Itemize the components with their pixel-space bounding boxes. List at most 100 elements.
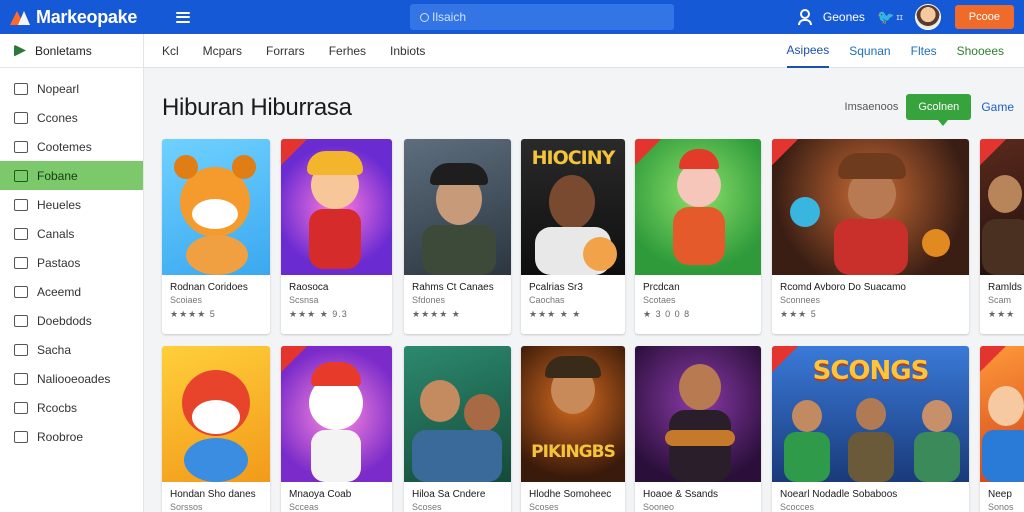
filter-button[interactable]: Gcolnen <box>906 94 972 126</box>
sidebar-item-label: Fobane <box>37 168 78 183</box>
category-tab[interactable]: Mcpars <box>203 44 242 58</box>
card-subtitle: Scsnsa <box>289 295 319 305</box>
sidebar-header-label: Bonletams <box>35 43 92 58</box>
section-title: Hiburan Hiburrasa <box>162 94 352 121</box>
sidebar-item[interactable]: Rcocbs <box>0 393 143 422</box>
card-title: Noearl Nodadle Sobaboos <box>780 489 898 500</box>
bird-label: ɪɪ <box>896 12 903 22</box>
card-title: Rahms Ct Canaes <box>412 282 494 293</box>
game-logo-text: SCONGS <box>812 356 930 386</box>
card-rating: ★ 3 0 0 8 <box>643 309 691 319</box>
search-input[interactable]: Ilsaich <box>410 4 674 30</box>
logo-icon <box>10 8 32 26</box>
doc-icon <box>14 256 28 269</box>
game-card[interactable]: HIOCINY Pcalrias Sr3 Caochas ★★★ ★ ★ <box>521 139 625 334</box>
sidebar-item[interactable]: Nopearl <box>0 74 143 103</box>
card-title: Hondan Sho danes <box>170 489 256 500</box>
game-thumbnail <box>162 139 270 275</box>
game-link[interactable]: Game <box>981 100 1014 114</box>
card-title: Prcdcan <box>643 282 680 293</box>
game-card[interactable]: Hondan Sho danes Sorssos <box>162 346 270 512</box>
sidebar-item-label: Sacha <box>37 342 72 357</box>
view-tab[interactable]: Fltes <box>911 34 937 68</box>
card-rating: ★★★ 5 <box>780 309 817 319</box>
category-tab[interactable]: Inbiots <box>390 44 425 58</box>
primary-action-button[interactable]: Pcooe <box>954 5 1014 29</box>
sidebar-item[interactable]: Roobroe <box>0 422 143 451</box>
warning-icon <box>14 82 28 95</box>
menu-icon[interactable] <box>176 11 190 23</box>
logo-text: Markeopake <box>36 6 138 27</box>
category-tab[interactable]: Ferhes <box>329 44 366 58</box>
card-icon <box>14 227 28 240</box>
view-tab[interactable]: Squnan <box>849 34 890 68</box>
sidebar-item[interactable]: Fobane <box>0 161 143 190</box>
game-card[interactable]: Raosoca Scsnsa ★★★ ★ 9.3 <box>281 139 392 334</box>
sidebar-item-label: Doebdods <box>37 313 92 328</box>
game-logo-text: HIOCINY <box>531 147 616 169</box>
card-subtitle: Scam <box>988 295 1012 305</box>
folder-icon <box>14 169 28 182</box>
game-thumbnail <box>404 346 511 482</box>
sidebar-item[interactable]: Cootemes <box>0 132 143 161</box>
sidebar-item-label: Roobroe <box>37 429 84 444</box>
card-rating: ★★★ ★ ★ <box>529 309 582 319</box>
sidebar-item[interactable]: Doebdods <box>0 306 143 335</box>
list-icon <box>14 111 28 124</box>
game-card[interactable]: Rodnan Coridoes Scoiaes ★★★★ 5 <box>162 139 270 334</box>
sidebar-header[interactable]: Bonletams <box>0 34 143 68</box>
game-thumbnail <box>635 139 761 275</box>
sidebar-item-label: Ccones <box>37 110 78 125</box>
sidebar-item-label: Naliooeoades <box>37 371 111 386</box>
game-card[interactable]: Prcdcan Scotaes ★ 3 0 0 8 <box>635 139 761 334</box>
category-tab[interactable]: Kcl <box>162 44 179 58</box>
card-subtitle: Sonos <box>988 502 1014 512</box>
game-card[interactable]: Hoaoe & Ssands Sooneo <box>635 346 761 512</box>
card-rating: ★★★ <box>988 309 1016 319</box>
card-title: Rcomd Avboro Do Suacamo <box>780 282 906 293</box>
sidebar-item[interactable]: Ccones <box>0 103 143 132</box>
game-thumbnail: PIKINGBS <box>521 346 625 482</box>
game-card[interactable]: Neep Sonos <box>980 346 1024 512</box>
view-tab[interactable]: Shooees <box>957 34 1004 68</box>
card-title: Mnaoya Coab <box>289 489 352 500</box>
card-subtitle: Scotaes <box>643 295 676 305</box>
game-thumbnail <box>980 346 1024 482</box>
see-all-link[interactable]: Imsaenoos <box>845 101 899 113</box>
game-thumbnail <box>162 346 270 482</box>
book-icon <box>14 285 28 298</box>
sidebar-item[interactable]: Aceemd <box>0 277 143 306</box>
app-logo[interactable]: Markeopake <box>10 7 150 28</box>
card-title: Pcalrias Sr3 <box>529 282 583 293</box>
sidebar-item[interactable]: Pastaos <box>0 248 143 277</box>
sidebar-item[interactable]: Sacha <box>0 335 143 364</box>
game-thumbnail <box>281 139 392 275</box>
game-card[interactable]: Hiloa Sa Cndere Scoses <box>404 346 511 512</box>
sidebar-item[interactable]: Heueles <box>0 190 143 219</box>
category-tab[interactable]: Forrars <box>266 44 305 58</box>
user-icon[interactable] <box>797 9 813 25</box>
search-placeholder: Ilsaich <box>432 10 467 24</box>
sidebar-item[interactable]: Naliooeoades <box>0 364 143 393</box>
card-subtitle: Sconnees <box>780 295 821 305</box>
game-card[interactable]: Mnaoya Coab Scceas <box>281 346 392 512</box>
game-thumbnail <box>980 139 1024 275</box>
avatar[interactable] <box>914 4 941 30</box>
game-card[interactable]: Ramlds Scam ★★★ <box>980 139 1024 334</box>
sidebar-item[interactable]: Canals <box>0 219 143 248</box>
search-icon <box>420 12 429 22</box>
game-card[interactable]: Rahms Ct Canaes Sfdones ★★★★ ★ <box>404 139 511 334</box>
game-card[interactable]: PIKINGBS Hlodhe Somoheec Scoses <box>521 346 625 512</box>
card-subtitle: Sooneo <box>643 502 675 512</box>
game-thumbnail <box>281 346 392 482</box>
grid-icon <box>14 140 28 153</box>
sidebar-item-label: Pastaos <box>37 255 81 270</box>
game-card[interactable]: SCONGS Noearl Nodadle Sobaboos Scocces <box>772 346 969 512</box>
flag-icon <box>14 44 26 57</box>
card-title: Neep <box>988 489 1012 500</box>
game-card[interactable]: Rcomd Avboro Do Suacamo Sconnees ★★★ 5 <box>772 139 969 334</box>
user-label[interactable]: Geones <box>823 10 865 24</box>
view-tab[interactable]: Asipees <box>786 34 830 68</box>
card-subtitle: Caochas <box>529 295 565 305</box>
bird-icon[interactable]: 🐦 <box>877 9 894 26</box>
